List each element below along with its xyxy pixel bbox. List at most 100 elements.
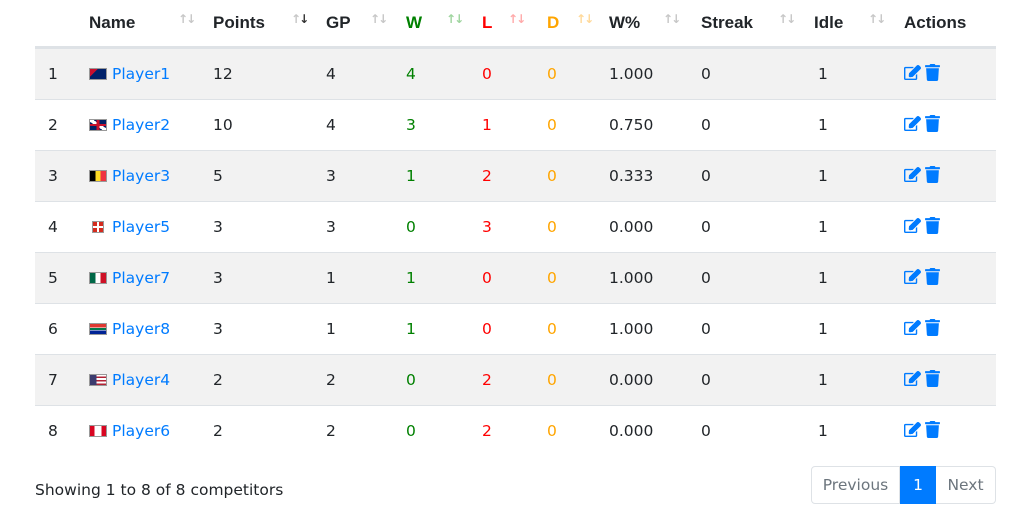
sort-icon[interactable]: ↑↓ [778,12,796,26]
edit-icon[interactable] [904,217,921,234]
table-row: 3 Player3 5 3 1 2 0 0.333 0 1 [35,150,996,202]
trash-icon[interactable] [925,114,942,132]
sort-icon[interactable]: ↑↓ [370,12,388,26]
name-cell: Player1 [89,47,213,100]
sort-icon[interactable]: ↑↓ [446,12,464,26]
sort-desc-active-icon[interactable]: ↑↓ [291,12,309,26]
player-link[interactable]: Player6 [112,422,170,440]
points-cell: 5 [213,150,326,202]
sort-icon[interactable]: ↑↓ [178,12,196,26]
next-page-button[interactable]: Next [936,466,996,504]
australia-flag-icon [89,68,107,80]
points-cell: 10 [213,99,326,151]
header-name[interactable]: Name ↑↓ [89,0,213,49]
streak-cell: 0 [701,47,814,100]
idle-cell: 1 [814,150,904,202]
trash-icon[interactable] [925,420,942,438]
sort-icon[interactable]: ↑↓ [663,12,681,26]
trash-icon[interactable] [925,216,942,234]
player-link[interactable]: Player4 [112,371,170,389]
trash-icon[interactable] [925,369,942,387]
header-rank [35,0,89,49]
gp-cell: 3 [326,150,406,202]
trash-icon[interactable] [925,318,942,336]
belgium-flag-icon [89,170,107,182]
wins-cell: 3 [406,99,482,151]
idle-cell: 1 [814,201,904,253]
idle-cell: 1 [814,47,904,100]
win-pct-cell: 1.000 [609,303,701,355]
rank-cell: 5 [35,252,89,304]
player-link[interactable]: Player7 [112,269,170,287]
trash-icon[interactable] [925,267,942,285]
player-link[interactable]: Player1 [112,65,170,83]
actions-cell [904,354,996,406]
player-link[interactable]: Player2 [112,116,170,134]
idle-cell: 1 [814,99,904,151]
name-cell: Player2 [89,99,213,151]
sort-icon[interactable]: ↑↓ [868,12,886,26]
points-cell: 3 [213,303,326,355]
header-d[interactable]: D ↑↓ [547,0,609,49]
edit-icon[interactable] [904,115,921,132]
trash-icon[interactable] [925,165,942,183]
edit-icon[interactable] [904,64,921,81]
idle-cell: 1 [814,252,904,304]
header-idle[interactable]: Idle ↑↓ [814,0,904,49]
edit-icon[interactable] [904,268,921,285]
gp-cell: 4 [326,99,406,151]
table-row: 6 Player8 3 1 1 0 0 1.000 0 1 [35,303,996,355]
draws-cell: 0 [547,405,609,456]
edit-icon[interactable] [904,166,921,183]
losses-cell: 0 [482,47,547,100]
sort-icon[interactable]: ↑↓ [576,12,594,26]
losses-cell: 0 [482,252,547,304]
player-link[interactable]: Player3 [112,167,170,185]
header-actions-label: Actions [904,13,967,32]
table-row: 8 Player6 2 2 0 2 0 0.000 0 1 [35,405,996,456]
losses-cell: 2 [482,354,547,406]
header-actions: Actions [904,0,996,49]
win-pct-cell: 0.000 [609,201,701,253]
points-cell: 3 [213,252,326,304]
win-pct-cell: 0.000 [609,354,701,406]
name-cell: Player3 [89,150,213,202]
header-w[interactable]: W ↑↓ [406,0,482,49]
rank-cell: 1 [35,47,89,100]
table-row: 5 Player7 3 1 1 0 0 1.000 0 1 [35,252,996,304]
header-streak-label: Streak [701,13,753,32]
south-africa-flag-icon [89,323,107,335]
gp-cell: 3 [326,201,406,253]
player-link[interactable]: Player5 [112,218,170,236]
win-pct-cell: 1.000 [609,252,701,304]
win-pct-cell: 0.000 [609,405,701,456]
name-cell: Player7 [89,252,213,304]
header-gp[interactable]: GP ↑↓ [326,0,406,49]
header-streak[interactable]: Streak ↑↓ [701,0,814,49]
edit-icon[interactable] [904,421,921,438]
player-link[interactable]: Player8 [112,320,170,338]
header-points[interactable]: Points ↑↓ [213,0,326,49]
losses-cell: 0 [482,303,547,355]
actions-cell [904,99,996,151]
name-cell: Player6 [89,405,213,456]
points-cell: 2 [213,405,326,456]
header-l[interactable]: L ↑↓ [482,0,547,49]
draws-cell: 0 [547,354,609,406]
edit-icon[interactable] [904,370,921,387]
header-wpct[interactable]: W% ↑↓ [609,0,701,49]
draws-cell: 0 [547,99,609,151]
wins-cell: 0 [406,201,482,253]
trash-icon[interactable] [925,63,942,81]
losses-cell: 2 [482,150,547,202]
edit-icon[interactable] [904,319,921,336]
draws-cell: 0 [547,47,609,100]
previous-page-button[interactable]: Previous [811,466,900,504]
header-idle-label: Idle [814,13,844,32]
sort-icon[interactable]: ↑↓ [508,12,526,26]
actions-cell [904,252,996,304]
gp-cell: 2 [326,405,406,456]
table-row: 1 Player1 12 4 4 0 0 1.000 0 1 [35,47,996,100]
page-1-button[interactable]: 1 [900,466,936,504]
name-cell: Player5 [89,201,213,253]
